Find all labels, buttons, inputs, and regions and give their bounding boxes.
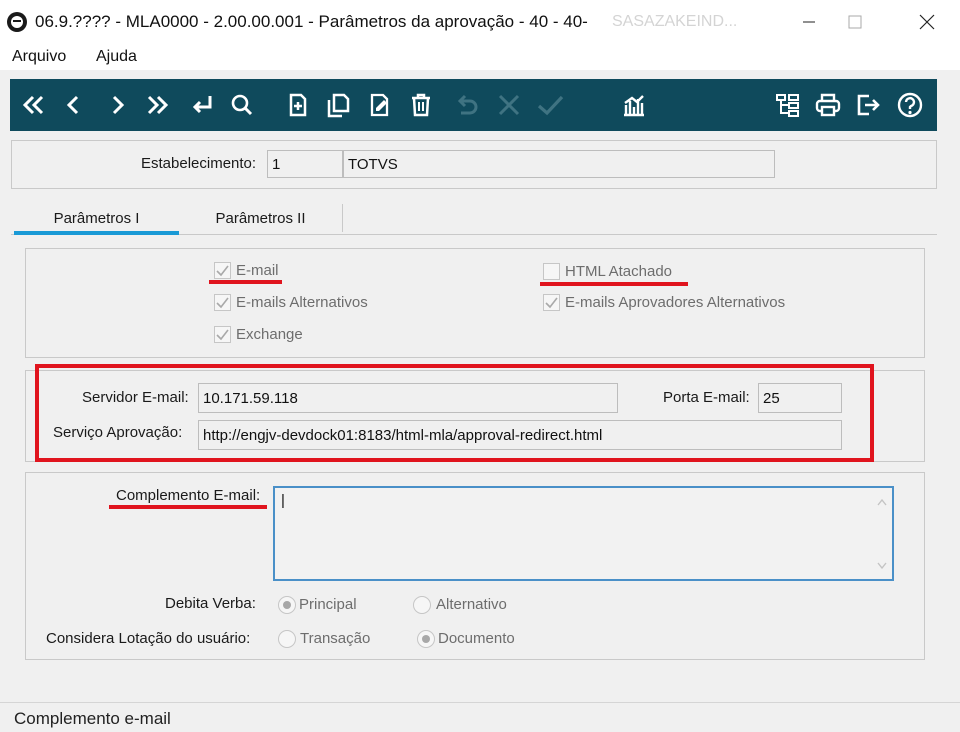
estabelecimento-label: Estabelecimento: [141, 155, 257, 172]
last-icon [147, 95, 169, 115]
debita-verba-label: Debita Verba: [165, 595, 256, 612]
email-checkbox[interactable] [214, 262, 231, 279]
emails-alternativos-label: E-mails Alternativos [236, 294, 368, 311]
exit-button[interactable] [852, 89, 884, 121]
tree-icon [776, 94, 799, 117]
check-icon [545, 297, 558, 309]
edit-icon [370, 93, 389, 117]
edit-button[interactable] [364, 89, 396, 121]
next-record-button[interactable] [101, 89, 133, 121]
scroll-up-icon[interactable] [877, 498, 887, 506]
help-button[interactable] [894, 89, 926, 121]
text-cursor: | [281, 492, 285, 509]
tab-active-indicator [14, 231, 179, 235]
emails-aprovadores-checkbox[interactable] [543, 294, 560, 311]
considera-lotacao-label: Considera Lotação do usuário: [46, 630, 251, 647]
html-atachado-label: HTML Atachado [565, 263, 672, 280]
confirm-icon [537, 95, 564, 116]
goto-button[interactable] [186, 89, 218, 121]
delete-icon [412, 93, 430, 117]
print-icon [815, 93, 841, 117]
previous-record-button[interactable] [58, 89, 90, 121]
check-icon [216, 329, 229, 341]
new-icon [289, 93, 307, 117]
toolbar [10, 79, 937, 131]
minimize-button[interactable] [786, 4, 832, 40]
scroll-down-icon[interactable] [877, 562, 887, 570]
server-red-highlight-box [35, 364, 874, 462]
email-checkbox-label: E-mail [236, 262, 279, 279]
new-button[interactable] [282, 89, 314, 121]
documento-radio[interactable] [417, 630, 435, 648]
principal-radio-label: Principal [299, 596, 357, 613]
first-record-button[interactable] [18, 89, 50, 121]
copy-icon [327, 93, 350, 118]
tab-parametros-i[interactable]: Parâmetros I [14, 204, 179, 232]
next-icon [112, 95, 125, 115]
maximize-icon [848, 15, 862, 29]
print-button[interactable] [812, 89, 844, 121]
delete-button[interactable] [405, 89, 437, 121]
complemento-red-underline [109, 505, 267, 509]
close-icon [919, 14, 935, 30]
copy-button[interactable] [322, 89, 354, 121]
complemento-email-textarea[interactable]: | [273, 486, 894, 581]
textarea-scrollbar[interactable] [872, 488, 892, 579]
cancel-icon [498, 94, 520, 116]
estabelecimento-name-field: TOTVS [343, 150, 775, 178]
html-atachado-red-underline [540, 282, 688, 286]
transacao-radio-label: Transação [300, 630, 371, 647]
tree-button[interactable] [772, 89, 804, 121]
search-button[interactable] [226, 89, 258, 121]
close-button[interactable] [904, 4, 950, 40]
confirm-button[interactable] [534, 89, 566, 121]
html-atachado-checkbox[interactable] [543, 263, 560, 280]
exit-icon [857, 94, 880, 116]
previous-icon [66, 95, 79, 115]
emails-alternativos-checkbox[interactable] [214, 294, 231, 311]
email-red-underline [209, 280, 282, 284]
menu-arquivo[interactable]: Arquivo [12, 48, 66, 66]
undo-button[interactable] [451, 89, 483, 121]
alternativo-radio[interactable] [413, 596, 431, 614]
window-title-overflow: SASAZAKEIND... [612, 13, 738, 30]
first-icon [22, 95, 44, 115]
estabelecimento-code-field[interactable]: 1 [267, 150, 343, 178]
principal-radio[interactable] [278, 596, 296, 614]
check-icon [216, 265, 229, 277]
window-title: 06.9.???? - MLA0000 - 2.00.00.001 - Parâ… [35, 12, 588, 31]
email-options-panel [25, 248, 925, 358]
emails-aprovadores-label: E-mails Aprovadores Alternativos [565, 294, 786, 311]
alternativo-radio-label: Alternativo [436, 596, 507, 613]
tab-parametros-ii[interactable]: Parâmetros II [179, 204, 343, 232]
search-icon [231, 94, 253, 116]
exchange-checkbox[interactable] [214, 326, 231, 343]
complemento-email-label: Complemento E-mail: [116, 487, 261, 504]
report-button[interactable] [618, 89, 650, 121]
last-record-button[interactable] [141, 89, 173, 121]
undo-icon [457, 94, 478, 115]
app-icon [7, 12, 27, 32]
cancel-button[interactable] [493, 89, 525, 121]
status-bar: Complemento e-mail [0, 702, 960, 732]
menu-ajuda[interactable]: Ajuda [96, 48, 137, 66]
check-icon [216, 297, 229, 309]
transacao-radio[interactable] [278, 630, 296, 648]
title-bar: 06.9.???? - MLA0000 - 2.00.00.001 - Parâ… [0, 0, 960, 46]
goto-icon [192, 96, 212, 114]
menu-bar: Arquivo Ajuda [0, 46, 960, 70]
report-icon [624, 95, 644, 117]
minimize-icon [803, 21, 815, 23]
help-icon [897, 92, 923, 118]
exchange-label: Exchange [236, 326, 303, 343]
documento-radio-label: Documento [438, 630, 515, 647]
status-text: Complemento e-mail [14, 709, 171, 728]
maximize-button[interactable] [832, 4, 878, 40]
